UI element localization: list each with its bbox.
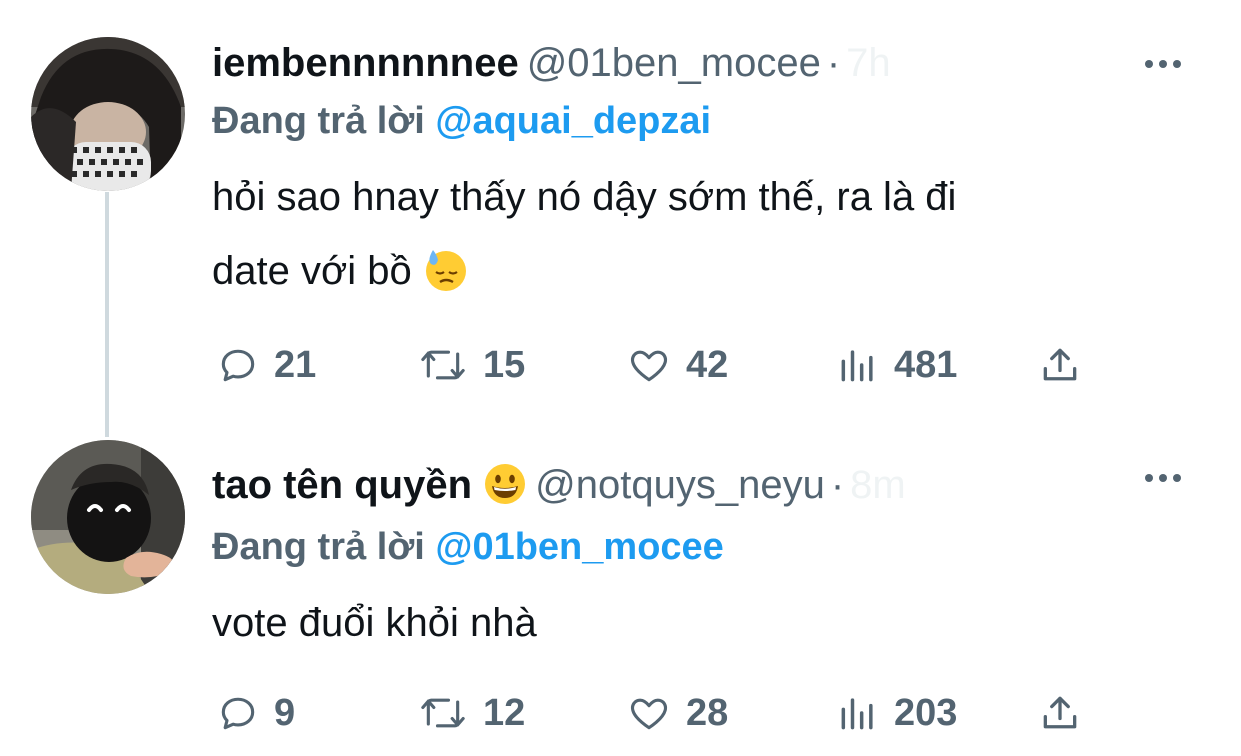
timestamp[interactable]: 7h — [846, 41, 891, 85]
like-icon — [630, 698, 668, 730]
like-icon — [630, 350, 668, 382]
reply-label: Đang trả lời — [212, 526, 425, 568]
reply-to-mention[interactable]: @01ben_mocee — [435, 526, 723, 568]
tweet-text: vote đuổi khỏi nhà — [212, 586, 1202, 660]
views-icon — [841, 350, 873, 382]
tweet[interactable]: tao tên quyền @notquys_neyu · 8m Đang trả … — [0, 420, 1241, 756]
reply-count: 21 — [274, 343, 317, 386]
reply-button[interactable]: 21 — [216, 340, 316, 390]
tweet-text-line: hỏi sao hnay thấy nó dậy sớm thế, ra là … — [212, 175, 957, 219]
views-button[interactable]: 481 — [836, 340, 957, 390]
retweet-button[interactable]: 15 — [417, 340, 525, 390]
more-icon[interactable] — [1141, 456, 1185, 500]
author-handle[interactable]: @01ben_mocee — [527, 41, 821, 85]
share-button[interactable] — [1038, 688, 1096, 738]
separator-dot: · — [830, 463, 845, 507]
grinning-face-icon — [485, 464, 526, 504]
more-icon[interactable] — [1141, 42, 1185, 86]
share-icon — [1043, 696, 1077, 729]
views-count: 481 — [894, 343, 958, 386]
tweet-text-segment: date với bồ — [212, 249, 412, 293]
tweet-header: iembennnnnnee @01ben_mocee · 7h — [212, 38, 891, 88]
like-button[interactable]: 28 — [626, 688, 728, 738]
reply-icon — [221, 697, 255, 730]
retweet-count: 15 — [483, 343, 526, 386]
reply-to-mention[interactable]: @aquai_depzai — [435, 100, 711, 142]
share-button[interactable] — [1038, 340, 1096, 390]
reply-label: Đang trả lời — [212, 100, 425, 142]
replying-to: Đang trả lời @01ben_mocee — [212, 522, 724, 572]
separator-dot: · — [826, 41, 841, 85]
tweet[interactable]: iembennnnnnee @01ben_mocee · 7h Đang trả lờ… — [0, 0, 1241, 420]
views-icon — [841, 698, 873, 730]
tweet-actions: 21 15 42 481 — [212, 340, 1112, 390]
avatar[interactable] — [31, 440, 185, 594]
downcast-face-with-sweat-icon — [425, 250, 466, 291]
reply-icon — [221, 349, 255, 382]
timestamp[interactable]: 8m — [850, 463, 906, 507]
retweet-icon — [421, 698, 465, 728]
avatar[interactable] — [31, 37, 185, 191]
like-count: 28 — [686, 691, 729, 734]
author-handle[interactable]: @notquys_neyu — [535, 463, 825, 507]
tweet-text: hỏi sao hnay thấy nó dậy sớm thế, ra là … — [212, 160, 1202, 308]
views-count: 203 — [894, 691, 958, 734]
retweet-count: 12 — [483, 691, 526, 734]
retweet-button[interactable]: 12 — [417, 688, 525, 738]
retweet-icon — [421, 350, 465, 380]
tweet-header: tao tên quyền @notquys_neyu · 8m — [212, 460, 906, 510]
author-name[interactable]: iembennnnnnee — [212, 41, 519, 85]
tweet-text-line: date với bồ — [212, 234, 1202, 308]
share-icon — [1043, 348, 1077, 381]
like-button[interactable]: 42 — [626, 340, 728, 390]
tweet-text-line: vote đuổi khỏi nhà — [212, 601, 537, 645]
views-button[interactable]: 203 — [836, 688, 957, 738]
reply-button[interactable]: 9 — [216, 688, 295, 738]
replying-to: Đang trả lời @aquai_depzai — [212, 96, 711, 146]
like-count: 42 — [686, 343, 729, 386]
tweet-actions: 9 12 28 203 — [212, 688, 1112, 738]
reply-count: 9 — [274, 691, 296, 734]
author-name[interactable]: tao tên quyền — [212, 463, 472, 507]
